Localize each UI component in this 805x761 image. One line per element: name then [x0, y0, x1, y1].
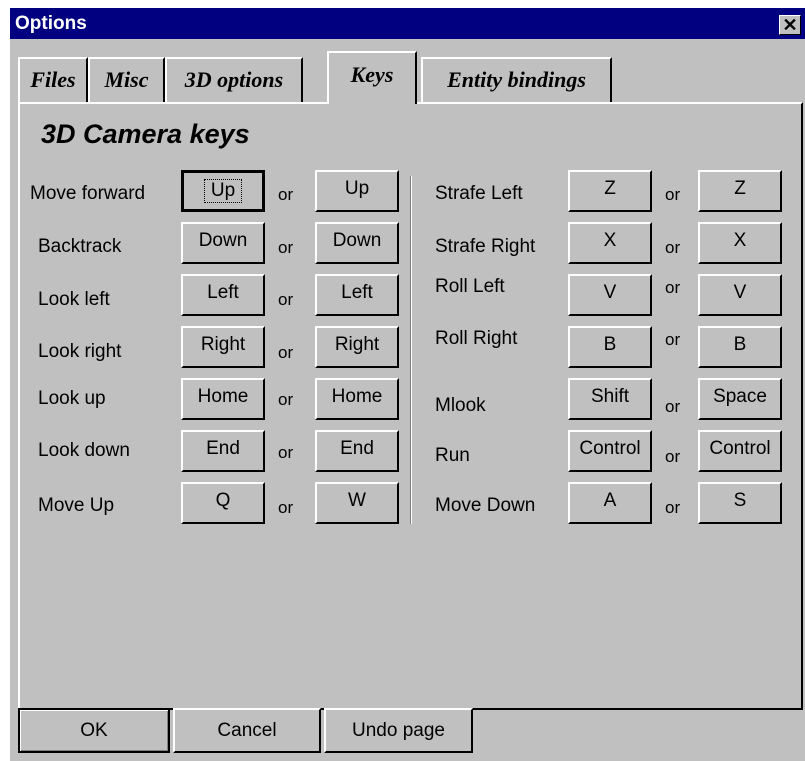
key-backtrack-secondary[interactable]: Down — [315, 222, 399, 264]
key-strafe-right-primary[interactable]: X — [568, 222, 652, 264]
tab-misc[interactable]: Misc — [88, 57, 165, 102]
label-move-up: Move Up — [38, 495, 115, 516]
label-move-down: Move Down — [435, 495, 536, 516]
window-title: Options — [15, 13, 87, 34]
or-label: or — [665, 447, 681, 466]
label-roll-left: Roll Left — [435, 276, 505, 297]
or-label: or — [278, 185, 294, 204]
key-strafe-right-secondary[interactable]: X — [698, 222, 782, 264]
key-roll-left-primary[interactable]: V — [568, 274, 652, 316]
key-look-right-primary[interactable]: Right — [181, 326, 265, 368]
label-mlook: Mlook — [435, 395, 486, 416]
tab-files[interactable]: Files — [18, 57, 88, 102]
key-strafe-left-secondary[interactable]: Z — [698, 170, 782, 212]
ok-button[interactable]: OK — [18, 708, 170, 753]
label-roll-right: Roll Right — [435, 328, 518, 349]
key-run-secondary[interactable]: Control — [698, 430, 782, 472]
key-look-down-primary[interactable]: End — [181, 430, 265, 472]
label-look-up: Look up — [38, 388, 106, 409]
column-divider — [410, 176, 412, 524]
key-look-up-secondary[interactable]: Home — [315, 378, 399, 420]
or-label: or — [278, 290, 294, 309]
or-label: or — [278, 390, 294, 409]
or-label: or — [278, 343, 294, 362]
label-look-left: Look left — [38, 289, 110, 310]
label-strafe-left: Strafe Left — [435, 183, 523, 204]
key-look-left-secondary[interactable]: Left — [315, 274, 399, 316]
tab-3d-options[interactable]: 3D options — [165, 57, 303, 102]
key-move-up-primary[interactable]: Q — [181, 482, 265, 524]
key-move-up-secondary[interactable]: W — [315, 482, 399, 524]
tab-keys[interactable]: Keys — [327, 51, 417, 104]
or-label: or — [278, 238, 294, 257]
or-label: or — [278, 498, 294, 517]
key-look-down-secondary[interactable]: End — [315, 430, 399, 472]
label-look-down: Look down — [38, 440, 130, 461]
label-strafe-right: Strafe Right — [435, 236, 536, 257]
key-run-primary[interactable]: Control — [568, 430, 652, 472]
key-move-forward-primary[interactable]: Up — [181, 170, 265, 212]
title-bar[interactable]: Options ✕ — [10, 8, 805, 39]
close-icon[interactable]: ✕ — [779, 15, 801, 35]
label-backtrack: Backtrack — [38, 236, 122, 257]
key-roll-left-secondary[interactable]: V — [698, 274, 782, 316]
or-label: or — [665, 185, 681, 204]
key-move-down-primary[interactable]: A — [568, 482, 652, 524]
or-label: or — [665, 330, 681, 349]
or-label: or — [665, 238, 681, 257]
key-label: Up — [203, 179, 243, 203]
key-mlook-secondary[interactable]: Space — [698, 378, 782, 420]
or-label: or — [665, 397, 681, 416]
key-mlook-primary[interactable]: Shift — [568, 378, 652, 420]
cancel-button[interactable]: Cancel — [173, 708, 321, 753]
key-move-forward-secondary[interactable]: Up — [315, 170, 399, 212]
key-backtrack-primary[interactable]: Down — [181, 222, 265, 264]
or-label: or — [665, 498, 681, 517]
key-move-down-secondary[interactable]: S — [698, 482, 782, 524]
undo-page-button[interactable]: Undo page — [324, 708, 473, 753]
key-roll-right-primary[interactable]: B — [568, 326, 652, 368]
key-look-right-secondary[interactable]: Right — [315, 326, 399, 368]
or-label: or — [278, 443, 294, 462]
label-look-right: Look right — [38, 341, 122, 362]
key-roll-right-secondary[interactable]: B — [698, 326, 782, 368]
key-look-left-primary[interactable]: Left — [181, 274, 265, 316]
label-move-forward: Move forward — [30, 183, 146, 204]
or-label: or — [665, 278, 681, 297]
key-strafe-left-primary[interactable]: Z — [568, 170, 652, 212]
key-look-up-primary[interactable]: Home — [181, 378, 265, 420]
label-run: Run — [435, 445, 470, 466]
page-title: 3D Camera keys — [41, 119, 250, 149]
tab-entity-bindings[interactable]: Entity bindings — [421, 57, 612, 102]
